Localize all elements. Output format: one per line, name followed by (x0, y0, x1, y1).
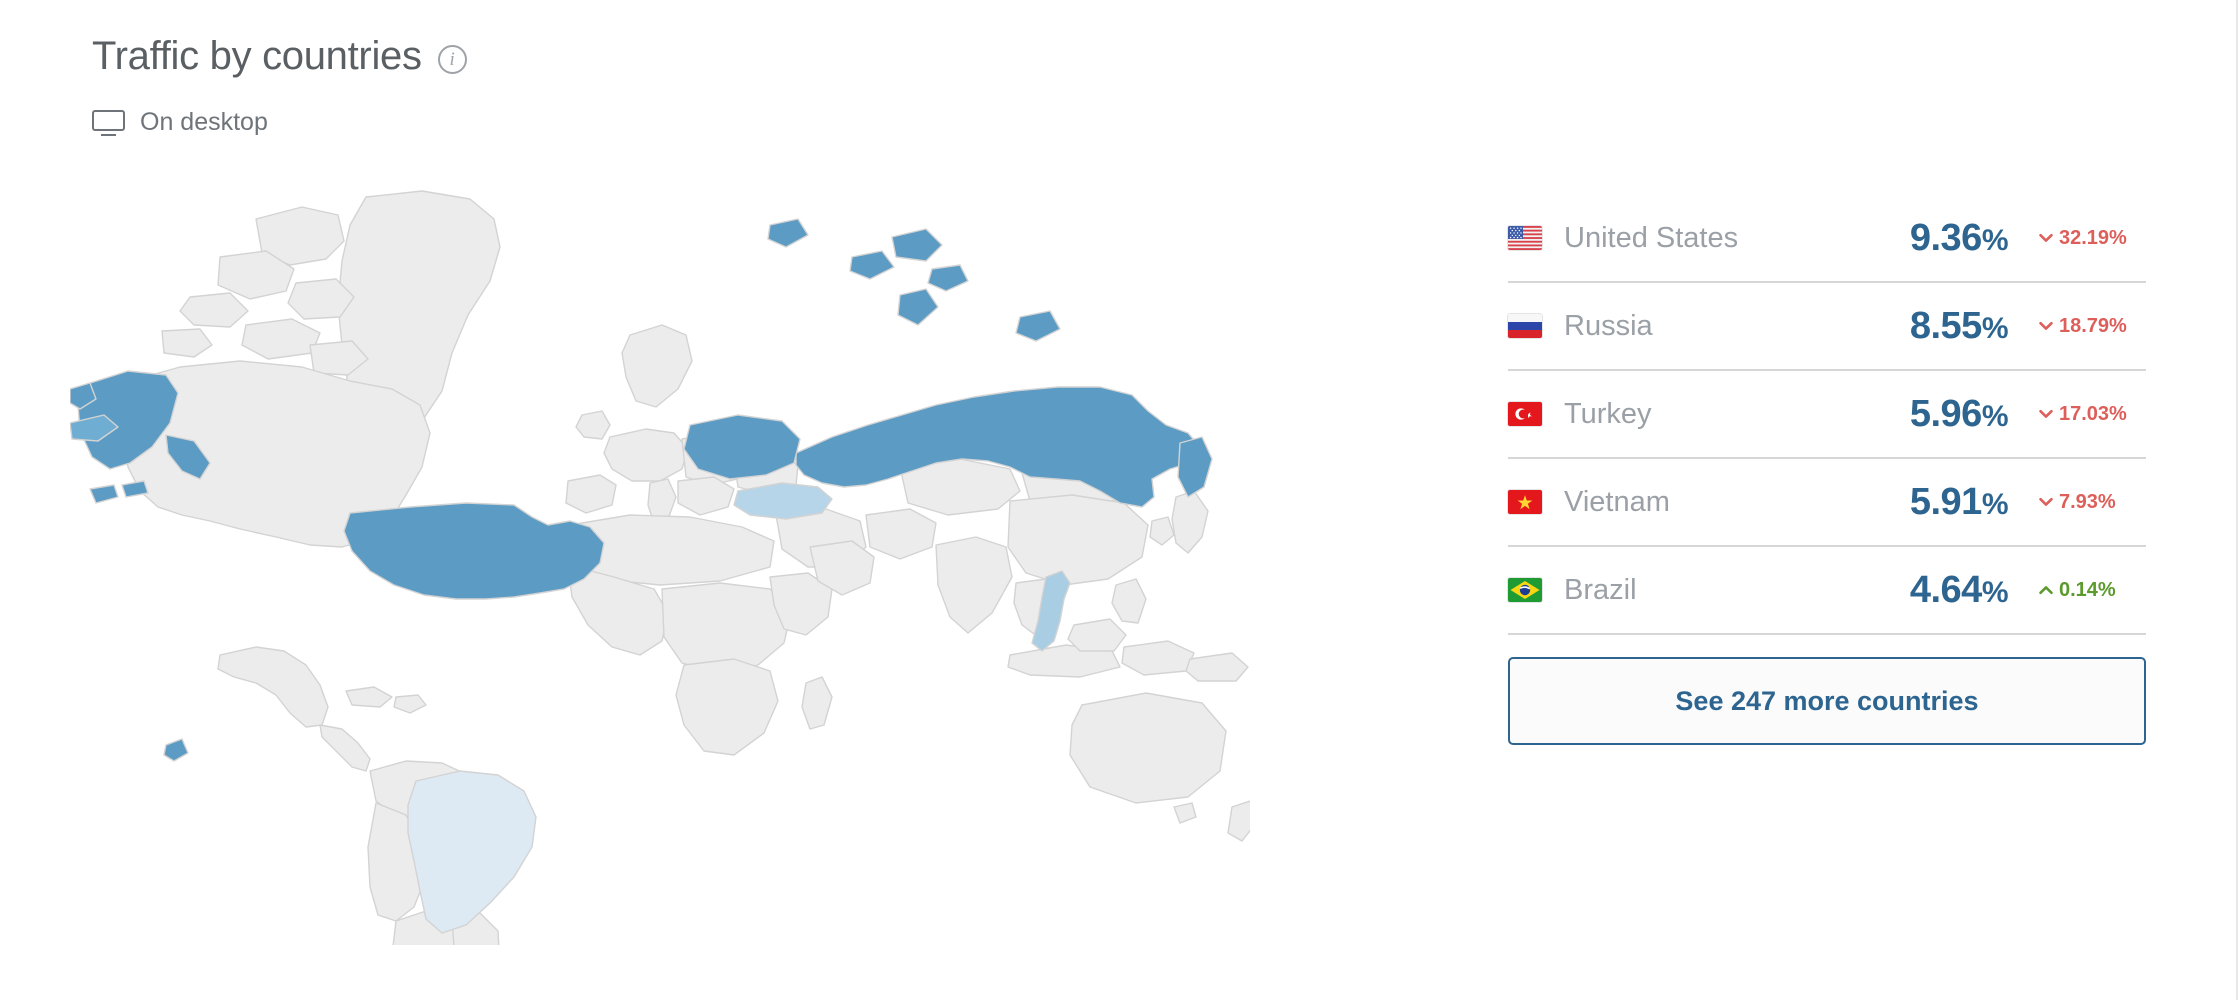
flag-ru-icon (1508, 314, 1542, 338)
region-russia-novaya (897, 288, 939, 326)
region-indonesia-2 (1121, 640, 1195, 676)
region-scandinavia (621, 324, 693, 408)
country-share: 5.96% (1909, 392, 2009, 435)
region-newguinea (1185, 652, 1249, 682)
country-list: United States 9.36% 32.19% Russia 8.55% … (1508, 195, 2146, 745)
info-icon[interactable]: i (437, 44, 467, 74)
country-row-vietnam[interactable]: Vietnam 5.91% 7.93% (1508, 459, 2146, 547)
region-caribbean-1 (345, 686, 393, 708)
see-more-countries-button[interactable]: See 247 more countries (1508, 657, 2146, 745)
region-western-europe (603, 428, 689, 482)
region-russia-islands-1 (891, 228, 943, 262)
country-share: 4.64% (1909, 568, 2009, 611)
region-aleutians-1 (89, 484, 119, 504)
region-canada-arctic-4 (179, 292, 249, 328)
country-name: Turkey (1564, 397, 1652, 430)
region-tasmania (1173, 802, 1197, 824)
region-centralamerica (319, 724, 371, 772)
device-label: On desktop (140, 108, 268, 136)
region-russia-severnaya (1015, 310, 1061, 342)
region-russia-islands-2 (849, 250, 895, 280)
country-change-value: 0.14% (2059, 578, 2116, 601)
world-map-svg (70, 190, 1250, 945)
region-china (1007, 494, 1149, 586)
country-row-russia[interactable]: Russia 8.55% 18.79% (1508, 283, 2146, 371)
flag-tr-icon (1508, 402, 1542, 426)
flag-vn-icon (1508, 490, 1542, 514)
country-change: 17.03% (2038, 403, 2146, 426)
region-balkans (677, 476, 735, 516)
region-mexico (217, 646, 329, 728)
region-india (935, 536, 1013, 634)
country-row-brazil[interactable]: Brazil 4.64% 0.14% (1508, 547, 2146, 635)
region-madagascar (801, 676, 833, 730)
country-row-turkey[interactable]: Turkey 5.96% 17.03% (1508, 371, 2146, 459)
flag-us-icon (1508, 226, 1542, 250)
region-united-states (343, 502, 605, 600)
region-australia (1069, 692, 1227, 804)
region-iberia (565, 474, 617, 514)
world-map[interactable] (70, 185, 1250, 945)
country-name: United States (1564, 221, 1739, 254)
country-share: 9.36% (1909, 216, 2009, 259)
card-header: Traffic by countries i On desktop (92, 34, 467, 137)
country-name: Vietnam (1564, 485, 1670, 518)
country-change-value: 7.93% (2059, 490, 2116, 513)
region-russia-kamchatka (1177, 436, 1213, 498)
flag-br-icon (1508, 578, 1542, 602)
traffic-by-countries-card: Traffic by countries i On desktop United… (0, 0, 2238, 1000)
region-russia-islands-3 (927, 264, 969, 292)
country-name: Brazil (1564, 573, 1637, 606)
region-caribbean-2 (393, 694, 427, 714)
chevron-down-icon (2039, 497, 2053, 506)
chevron-down-icon (2039, 321, 2053, 330)
region-newzealand (1227, 800, 1250, 842)
country-row-united-states[interactable]: United States 9.36% 32.19% (1508, 195, 2146, 283)
title-row: Traffic by countries i (92, 34, 467, 78)
page-title: Traffic by countries (92, 34, 422, 78)
country-change: 18.79% (2038, 315, 2146, 338)
region-canada-arctic-5 (241, 318, 321, 360)
region-hawaii (163, 738, 189, 762)
country-change-value: 32.19% (2059, 226, 2127, 249)
region-iran (865, 508, 937, 560)
country-name: Russia (1564, 309, 1653, 342)
region-borneo (1067, 618, 1127, 652)
region-philippines (1111, 578, 1147, 624)
country-change-value: 17.03% (2059, 402, 2127, 425)
region-russia-islands-4 (767, 218, 809, 248)
region-canada-arctic-6 (161, 328, 213, 358)
country-change: 7.93% (2038, 491, 2146, 514)
chevron-down-icon (2039, 409, 2053, 418)
country-change: 32.19% (2038, 227, 2146, 250)
country-share: 5.91% (1909, 480, 2009, 523)
region-turkey (733, 482, 833, 520)
region-africa-south (675, 658, 779, 756)
region-brazil (407, 770, 537, 934)
desktop-monitor-icon (92, 109, 125, 136)
country-share: 8.55% (1909, 304, 2009, 347)
country-change-value: 18.79% (2059, 314, 2127, 337)
chevron-up-icon (2039, 586, 2053, 595)
region-korea-japan-1 (1149, 516, 1175, 546)
device-filter-row[interactable]: On desktop (92, 108, 467, 137)
country-change: 0.14% (2038, 579, 2146, 602)
chevron-down-icon (2039, 233, 2053, 242)
region-uk-ireland (575, 410, 611, 440)
region-japan (1171, 490, 1209, 554)
